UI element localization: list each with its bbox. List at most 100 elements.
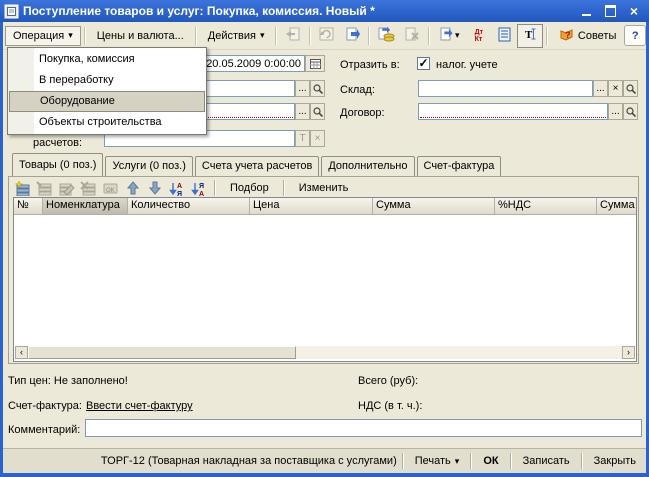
application-window: Поступление товаров и услуг: Покупка, ко… — [0, 0, 649, 477]
svg-text:Я: Я — [199, 183, 204, 190]
organization-open-button[interactable] — [310, 80, 325, 97]
tab-services[interactable]: Услуги (0 поз.) — [105, 156, 193, 176]
ok-button[interactable]: ОК — [477, 453, 504, 469]
minimize-button[interactable] — [579, 4, 593, 18]
column-header-price[interactable]: Цена — [250, 198, 373, 215]
goods-table: № Номенклатура Количество Цена Сумма %НД… — [13, 197, 637, 362]
podbor-button[interactable]: Подбор — [222, 181, 277, 195]
column-header-amount[interactable]: Сумма — [373, 198, 495, 215]
settlement-text-button: T — [295, 130, 310, 147]
contract-field[interactable] — [418, 103, 608, 120]
print-form-label: ТОРГ-12 (Товарная накладная за поставщик… — [100, 455, 397, 467]
title-bar: Поступление товаров и услуг: Покупка, ко… — [0, 0, 649, 22]
add-row-button[interactable] — [13, 180, 32, 196]
column-header-number[interactable]: № — [14, 198, 43, 215]
menu-item-for-processing[interactable]: В переработку — [9, 70, 205, 91]
window-controls: × — [579, 0, 641, 22]
copy-document-button[interactable]: ▾ — [433, 24, 466, 48]
column-header-quantity[interactable]: Количество — [128, 198, 250, 215]
operation-menu-button[interactable]: Операция ▾ — [5, 25, 81, 46]
contract-label: Договор: — [340, 107, 385, 119]
izmenit-button[interactable]: Изменить — [291, 181, 357, 195]
invoice-label: Счет-фактура: — [8, 400, 82, 412]
warehouse-label: Склад: — [340, 84, 375, 96]
tab-invoice[interactable]: Счет-фактура — [416, 156, 502, 176]
warehouse-clear-button[interactable]: × — [608, 80, 623, 97]
scroll-left-button[interactable]: ‹ — [15, 346, 28, 359]
menu-item-purchase-commission[interactable]: Покупка, комиссия — [9, 49, 205, 70]
right-arrow-icon: › — [627, 347, 630, 357]
warehouse-open-button[interactable] — [623, 80, 638, 97]
dt-kt-button[interactable]: Дт Кт — [466, 24, 492, 48]
help-button[interactable]: ? — [624, 25, 647, 46]
svg-text:Я: Я — [177, 191, 182, 196]
add-row-icon — [14, 180, 30, 196]
chevron-down-icon: ▾ — [259, 30, 265, 40]
toolbar-separator — [194, 26, 197, 45]
unpost-document-icon — [404, 27, 420, 44]
bottom-separator — [401, 453, 404, 469]
counterparty-select-button[interactable]: ... — [295, 103, 310, 120]
reread-document-button[interactable] — [340, 24, 366, 48]
horizontal-scrollbar[interactable]: ‹ › — [15, 346, 635, 359]
sort-ascending-button[interactable]: АЯ — [167, 180, 186, 196]
edit-row-button — [57, 180, 76, 196]
document-arrow-icon — [345, 27, 361, 44]
magnifier-icon — [312, 83, 323, 94]
scroll-right-button[interactable]: › — [622, 346, 635, 359]
bottom-separator — [509, 453, 512, 469]
close-button[interactable]: × — [627, 4, 641, 18]
menu-item-construction-objects[interactable]: Объекты строительства — [9, 112, 205, 133]
sort-ascending-icon: АЯ — [169, 182, 182, 196]
comment-input[interactable] — [85, 419, 642, 437]
enter-invoice-link[interactable]: Ввести счет-фактуру — [86, 400, 193, 412]
chevron-down-icon: ▾ — [455, 30, 460, 40]
sort-descending-button[interactable]: ЯА — [189, 180, 208, 196]
counterparty-open-button[interactable] — [310, 103, 325, 120]
operation-dropdown-menu: Покупка, комиссия В переработку Оборудов… — [7, 47, 207, 135]
copy-row-button — [35, 180, 54, 196]
column-header-nomenclature[interactable]: Номенклатура — [43, 198, 128, 215]
tips-book-icon: ? — [559, 27, 574, 45]
column-header-vat-amount[interactable]: Сумма — [597, 198, 636, 215]
save-button[interactable]: Записать — [517, 453, 576, 469]
contract-select-button[interactable]: ... — [608, 103, 623, 120]
tab-goods[interactable]: Товары (0 поз.) — [12, 153, 104, 176]
calendar-icon — [309, 58, 321, 69]
svg-text:А: А — [177, 183, 182, 190]
reflect-in-label: Отразить в: — [340, 59, 400, 71]
column-header-vat-percent[interactable]: %НДС — [495, 198, 597, 215]
close-form-button[interactable]: Закрыть — [588, 453, 642, 469]
print-button[interactable]: Печать ▾ — [409, 453, 466, 469]
journal-button[interactable] — [492, 24, 518, 48]
scrollbar-thumb[interactable] — [28, 346, 296, 359]
menu-item-equipment[interactable]: Оборудование — [9, 91, 205, 112]
left-arrow-icon: ‹ — [20, 347, 23, 357]
contract-open-button[interactable] — [623, 103, 638, 120]
organization-select-button[interactable]: ... — [295, 80, 310, 97]
warehouse-select-button[interactable]: ... — [593, 80, 608, 97]
warehouse-field[interactable] — [418, 80, 593, 97]
tab-additional[interactable]: Дополнительно — [321, 156, 415, 176]
move-row-down-button[interactable] — [145, 180, 164, 196]
actions-menu-button[interactable]: Действия ▾ — [200, 26, 273, 46]
move-row-up-button[interactable] — [123, 180, 142, 196]
settlement-document-label: расчетов: — [33, 137, 83, 149]
text-edit-mode-button[interactable]: T — [517, 23, 543, 48]
post-document-button[interactable] — [373, 24, 399, 48]
tips-button[interactable]: ? Советы — [551, 23, 624, 49]
check-icon: ✓ — [418, 56, 429, 70]
svg-text:?: ? — [565, 30, 571, 40]
prices-currency-button[interactable]: Цены и валюта... — [89, 26, 192, 46]
delete-row-button — [79, 180, 98, 196]
tax-accounting-checkbox[interactable]: ✓ — [417, 57, 430, 70]
delete-row-icon — [80, 180, 96, 195]
bottom-separator — [470, 453, 473, 469]
maximize-button[interactable] — [603, 4, 617, 18]
scrollbar-track[interactable] — [296, 346, 622, 359]
toolbar-separator — [545, 26, 548, 45]
finish-edit-button: OK — [101, 180, 120, 196]
calendar-button[interactable] — [305, 55, 325, 72]
tab-settlement-accounts[interactable]: Счета учета расчетов — [194, 156, 320, 176]
sort-descending-icon: ЯА — [191, 182, 204, 196]
